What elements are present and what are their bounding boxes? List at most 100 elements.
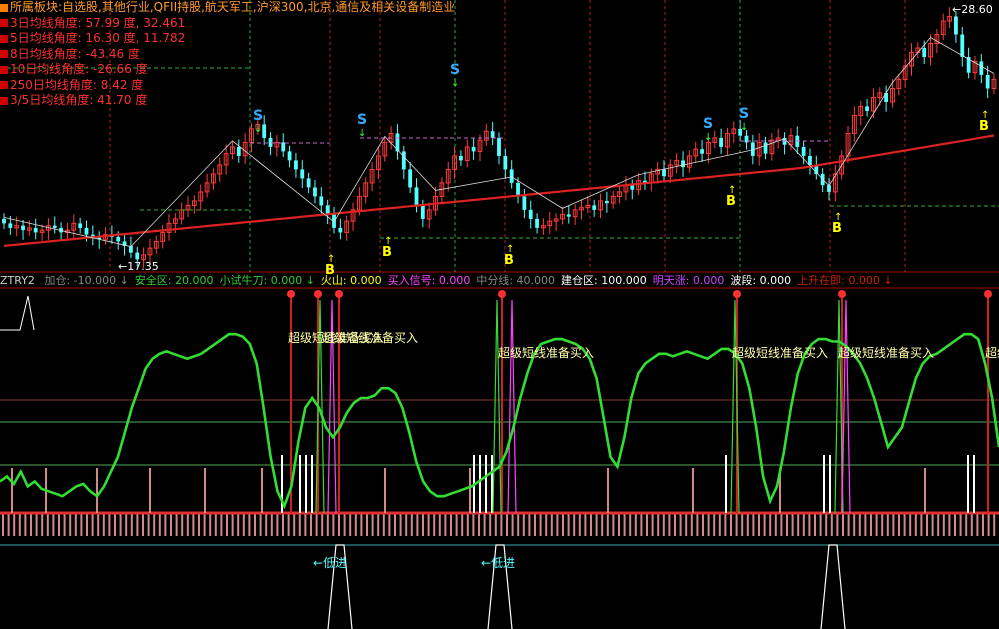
candle-body [960, 34, 965, 57]
square-icon [0, 50, 8, 58]
sell-signal-label: S [703, 116, 713, 132]
candle-body [662, 169, 666, 177]
down-arrow-icon: ↓ [358, 128, 366, 139]
indicator-item: 上升在即: 0.000 ↓ [797, 274, 893, 287]
square-icon [0, 81, 8, 89]
candle-body [522, 196, 527, 210]
indicator-item: 安全区: 20.000 [134, 274, 214, 287]
angle-text: 5日均线角度: 16.30 度, 11.782 [10, 31, 186, 45]
candle-body [954, 16, 958, 35]
candle-body [700, 149, 704, 154]
buy-annotation: 超级短线准备买入 [322, 330, 418, 345]
low-entry-label: ←低进 [481, 556, 515, 570]
candle-body [459, 155, 463, 161]
buy-annotation: 超级短线准备买入 [732, 345, 828, 360]
angle-row: 8日均线角度: -43.46 度 [0, 47, 455, 63]
angle-row: 3/5日均线角度: 41.70 度 [0, 93, 455, 109]
candle-body [33, 227, 38, 233]
indicator-item: 买入信号: 0.000 [387, 274, 471, 287]
angle-text: 250日均线角度: 8.42 度 [10, 77, 144, 92]
oscillator-panel: 超级短线准备买入超级短线准备买入超级短线准备买入 超级短线准备买入 超级短线准备买入… [0, 290, 999, 629]
signal-dot [314, 290, 322, 298]
candle-body [84, 227, 89, 235]
sector-row: 所属板块:自选股,其他行业,QFII持股,航天军工,沪深300,北京,通信及相关… [0, 0, 455, 16]
signal-line [841, 299, 851, 514]
candle-body [408, 169, 413, 188]
signal-line [507, 299, 517, 514]
buy-annotation: 超级短线准备买入 [498, 345, 594, 360]
buy-annotation: 超级短线准备买入 [985, 345, 999, 360]
candle-body [52, 225, 57, 228]
signal-dot [838, 290, 846, 298]
sell-signal-label: S [739, 106, 749, 122]
candle-body [808, 155, 812, 165]
indicator-item: 明天涨: 0.000 [652, 274, 725, 287]
candle-body [135, 252, 140, 260]
sell-signal-label: S [253, 108, 263, 124]
angle-row: 250日均线角度: 8.42 度 [0, 78, 455, 94]
buy-signal-label: B [979, 119, 989, 134]
signal-line [492, 299, 502, 514]
low-price-label: ←17.35 [118, 260, 159, 273]
candle-body [535, 218, 539, 228]
candle-body [287, 151, 292, 161]
candle-body [8, 223, 13, 228]
down-arrow-icon: ↓ [740, 122, 748, 133]
candle-body [763, 142, 768, 154]
candle-body [306, 178, 311, 188]
candle-body [630, 185, 635, 190]
square-icon [0, 65, 8, 74]
candle-body [414, 187, 419, 206]
square-icon [0, 19, 8, 27]
candle-body [979, 61, 984, 75]
angle-row: 3日均线角度: 57.99 度, 32.461 [0, 16, 455, 32]
down-arrow-icon: ↓ [254, 124, 262, 135]
candle-body [236, 146, 241, 156]
candle-body [681, 160, 685, 168]
indicator-item: 建仓区: 100.000 [561, 274, 647, 287]
low-entry-marker [820, 544, 846, 629]
square-icon [0, 3, 8, 12]
down-arrow-icon: ↓ [704, 132, 712, 143]
candle-body [281, 142, 286, 152]
header-info: 所属板块:自选股,其他行业,QFII持股,航天军工,沪深300,北京,通信及相关… [0, 0, 455, 109]
indicator-item: 火山: 0.000 [320, 274, 382, 287]
candle-body [490, 131, 495, 138]
candle-body [2, 218, 6, 224]
signal-dot [498, 290, 506, 298]
candle-body [268, 137, 273, 147]
candle-body [313, 187, 317, 197]
buy-signal-label: B [504, 253, 514, 268]
signal-dot [335, 290, 343, 298]
signal-dot [733, 290, 741, 298]
angle-row: 10日均线角度: -26.66 度 [0, 62, 455, 78]
indicator-name: ZTRY2 [0, 274, 35, 287]
candle-body [300, 169, 305, 179]
candle-body [985, 74, 990, 89]
low-entry-label: ←低进 [313, 556, 347, 570]
candle-body [865, 106, 869, 111]
indicator-item: 波段: 0.000 [730, 274, 792, 287]
indicator-item: 加仓: -10.000 ↓ [44, 274, 129, 287]
square-icon [0, 34, 8, 43]
square-icon [0, 96, 8, 105]
candle-body [325, 205, 330, 215]
angle-rows: 3日均线角度: 57.99 度, 32.461 5日均线角度: 16.30 度, … [0, 16, 455, 109]
angle-row: 5日均线角度: 16.30 度, 11.782 [0, 31, 455, 47]
indicator-mark [0, 295, 35, 331]
signal-dot [287, 290, 295, 298]
candle-body [503, 155, 508, 170]
indicator-item: 中分线: 40.000 [476, 274, 556, 287]
angle-text: 8日均线角度: -43.46 度 [10, 46, 140, 61]
candle-body [528, 209, 533, 219]
candle-body [719, 137, 724, 147]
candle-body [420, 205, 425, 219]
candle-body [801, 146, 806, 156]
candle-body [922, 47, 927, 57]
candle-body [604, 200, 609, 204]
angle-text: 3/5日均线角度: 41.70 度 [10, 93, 148, 107]
candle-body [294, 160, 298, 170]
candle-body [319, 196, 324, 206]
high-price-label: ←28.60 [952, 3, 993, 16]
signal-dot [984, 290, 992, 298]
